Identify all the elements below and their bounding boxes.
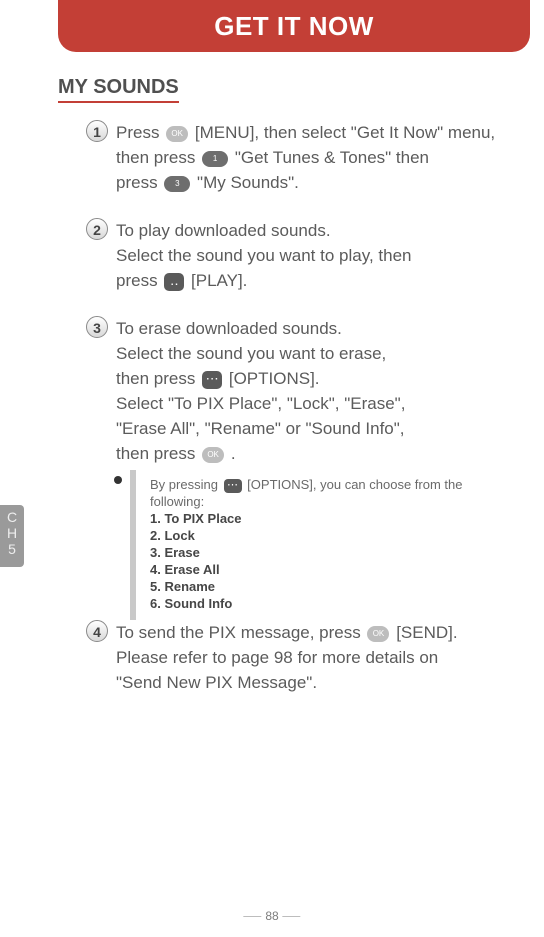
softkey-icon: ⋯ [202, 371, 222, 389]
note-item: 6. Sound Info [150, 596, 232, 611]
text: To erase downloaded sounds. [116, 319, 342, 338]
note-intro: By pressing [150, 477, 222, 492]
step-body: To erase downloaded sounds. Select the s… [116, 316, 534, 466]
ok-key-icon: OK [202, 447, 224, 463]
text: "My Sounds". [197, 173, 299, 192]
step-body: To play downloaded sounds. Select the so… [116, 218, 534, 293]
bullet-icon [114, 476, 122, 484]
step-4: 4 To send the PIX message, press OK [SEN… [94, 620, 534, 695]
step-2: 2 To play downloaded sounds. Select the … [94, 218, 534, 293]
text: then press [116, 444, 200, 463]
key-3-icon: 3 [164, 176, 190, 192]
step-3: 3 To erase downloaded sounds. Select the… [94, 316, 534, 466]
title-text: GET IT NOW [214, 11, 374, 41]
section-title: MY SOUNDS [58, 76, 179, 103]
softkey-icon: ‥ [164, 273, 184, 291]
page-number: 88 [239, 909, 304, 923]
text: press [116, 173, 162, 192]
text: . [231, 444, 236, 463]
softkey-icon: ⋯ [224, 479, 242, 493]
text: "Erase All", "Rename" or "Sound Info", [116, 419, 405, 438]
note-item: 2. Lock [150, 528, 195, 543]
text: then press [116, 369, 200, 388]
tab-line: C [0, 509, 24, 525]
ok-key-icon: OK [367, 626, 389, 642]
text: Select the sound you want to erase, [116, 344, 386, 363]
title-banner: GET IT NOW [58, 0, 530, 52]
note-item: 4. Erase All [150, 562, 220, 577]
text: [MENU], then select "Get It Now" menu, [195, 123, 495, 142]
step-body: To send the PIX message, press OK [SEND]… [116, 620, 534, 695]
options-note: By pressing ⋯ [OPTIONS], you can choose … [130, 470, 526, 620]
text: press [116, 271, 162, 290]
text: Please refer to page 98 for more details… [116, 648, 438, 667]
text: then press [116, 148, 200, 167]
text: To send the PIX message, press [116, 623, 365, 642]
step-number: 2 [86, 218, 108, 240]
text: Select "To PIX Place", "Lock", "Erase", [116, 394, 405, 413]
tab-line: H [0, 525, 24, 541]
step-number: 1 [86, 120, 108, 142]
key-1-icon: 1 [202, 151, 228, 167]
text: Press [116, 123, 164, 142]
step-body: Press OK [MENU], then select "Get It Now… [116, 120, 534, 195]
text: "Get Tunes & Tones" then [235, 148, 429, 167]
tab-line: 5 [0, 541, 24, 557]
step-number: 4 [86, 620, 108, 642]
chapter-tab: C H 5 [0, 505, 24, 567]
text: Select the sound you want to play, then [116, 246, 412, 265]
step-1: 1 Press OK [MENU], then select "Get It N… [94, 120, 534, 195]
ok-key-icon: OK [166, 126, 188, 142]
text: To play downloaded sounds. [116, 221, 331, 240]
text: [PLAY]. [191, 271, 247, 290]
step-number: 3 [86, 316, 108, 338]
note-item: 3. Erase [150, 545, 200, 560]
text: [OPTIONS]. [229, 369, 320, 388]
text: [SEND]. [396, 623, 457, 642]
note-item: 1. To PIX Place [150, 511, 242, 526]
text: "Send New PIX Message". [116, 673, 317, 692]
note-item: 5. Rename [150, 579, 215, 594]
